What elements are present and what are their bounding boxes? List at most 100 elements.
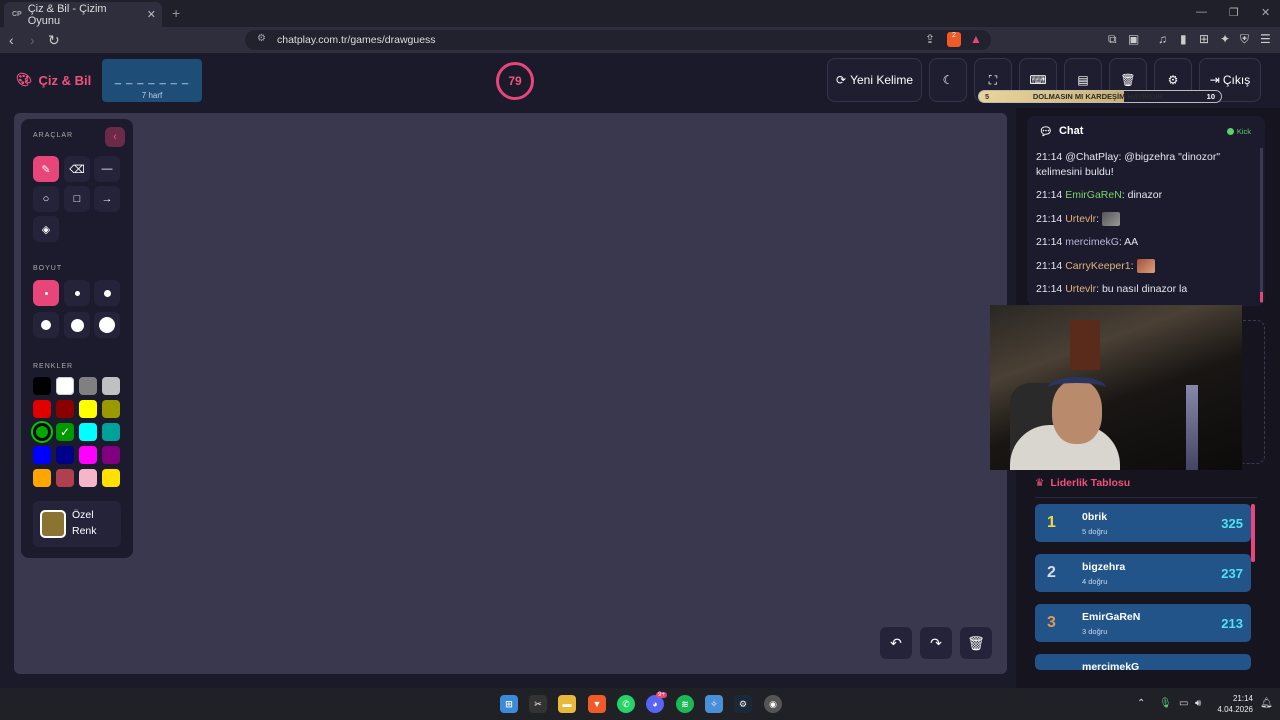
color-swatch[interactable]	[33, 446, 51, 464]
extensions-icon[interactable]: ⧉	[1108, 32, 1117, 47]
chat-scroll-thumb[interactable]	[1260, 292, 1263, 302]
size-option-6[interactable]	[94, 312, 120, 338]
fill-tool[interactable]: ◈	[33, 216, 59, 242]
leaderboard-row[interactable]: 3 EmirGaReN 3 doğru 213	[1035, 604, 1251, 642]
color-swatch[interactable]	[56, 446, 74, 464]
color-swatch[interactable]	[102, 423, 120, 441]
color-swatch[interactable]	[102, 446, 120, 464]
message-time: 21:14	[1036, 212, 1063, 225]
new-word-button[interactable]: ⟳ Yeni Kelime	[827, 58, 922, 102]
network-icon[interactable]: ▭	[1179, 698, 1188, 709]
message-user[interactable]: Urtevlr	[1065, 283, 1096, 295]
size-option-5[interactable]	[64, 312, 90, 338]
network-app-icon[interactable]: ✧	[705, 695, 723, 713]
app-logo[interactable]: 🎨︎ Çiz & Bil	[16, 72, 91, 88]
color-swatch[interactable]	[33, 377, 51, 395]
whatsapp-icon[interactable]: ✆	[617, 695, 635, 713]
color-swatch[interactable]	[33, 469, 51, 487]
color-swatch[interactable]: ✓	[56, 423, 74, 441]
back-icon[interactable]: ‹	[9, 32, 14, 48]
eraser-tool[interactable]: ⌫	[64, 156, 90, 182]
message-user[interactable]: @ChatPlay	[1065, 151, 1118, 163]
color-swatch[interactable]	[56, 400, 74, 418]
microphone-icon[interactable]: 🎙︎	[1159, 698, 1172, 709]
dark-mode-button[interactable]: ☾	[929, 58, 967, 102]
brave-shield-icon[interactable]: 2	[947, 32, 961, 47]
custom-color-button[interactable]: Özel Renk	[33, 501, 121, 547]
chat-title: Chat	[1058, 125, 1084, 137]
new-tab-icon[interactable]: +	[172, 5, 180, 21]
music-icon[interactable]: ♫	[1158, 32, 1167, 46]
rectangle-tool[interactable]: □	[64, 186, 90, 212]
close-window-icon[interactable]: ✕	[1261, 6, 1270, 19]
volume-icon[interactable]: 🔊︎	[1195, 698, 1201, 709]
color-swatch[interactable]	[102, 377, 120, 395]
color-swatch[interactable]	[79, 377, 97, 395]
clock[interactable]: 21:14 4.04.2026	[1215, 693, 1253, 715]
close-tab-icon[interactable]: ✕	[147, 8, 156, 21]
color-swatch[interactable]	[79, 469, 97, 487]
steam-icon[interactable]: ⚙	[734, 695, 752, 713]
leaderboard-row[interactable]: 2 bigzehra 4 doğru 237	[1035, 554, 1251, 592]
pen-icon: ✎	[41, 163, 51, 176]
circle-tool[interactable]: ○	[33, 186, 59, 212]
redo-button[interactable]: ↷	[920, 627, 952, 659]
size-dot	[41, 320, 51, 330]
wallet-icon[interactable]: ▣	[1128, 32, 1139, 46]
chat-scrollbar[interactable]	[1260, 148, 1263, 303]
brave-badge: 2	[952, 32, 956, 39]
collapse-panel-button[interactable]: ‹	[105, 127, 125, 147]
color-swatch[interactable]	[79, 400, 97, 418]
undo-button[interactable]: ↶	[880, 627, 912, 659]
arrow-tool[interactable]: →	[94, 186, 120, 212]
tray-chevron-icon[interactable]: ⌃	[1137, 698, 1145, 709]
color-swatch[interactable]	[102, 400, 120, 418]
drawing-canvas[interactable]	[14, 113, 1007, 674]
file-explorer-icon[interactable]: ▬	[558, 695, 576, 713]
obs-icon[interactable]: ◉	[764, 695, 782, 713]
size-option-4[interactable]	[33, 312, 59, 338]
size-option-3[interactable]	[94, 280, 120, 306]
spotify-icon[interactable]: ≋	[676, 695, 694, 713]
leaderboard-row[interactable]: mercimekG	[1035, 654, 1251, 670]
sidebar-icon[interactable]: ▮	[1180, 32, 1187, 46]
message-user[interactable]: EmirGaReN	[1065, 189, 1122, 201]
site-info-icon[interactable]: ⚙	[257, 33, 266, 44]
color-swatch[interactable]	[102, 469, 120, 487]
url-input[interactable]: ⚙ chatplay.com.tr/games/drawguess	[245, 30, 991, 50]
color-swatch[interactable]	[56, 377, 74, 395]
leo-ai-icon[interactable]: ✦	[1220, 32, 1230, 46]
notification-icon[interactable]: 🔔︎	[1260, 698, 1273, 709]
size-dot	[44, 291, 48, 295]
custom-color-preview	[40, 510, 66, 538]
brave-browser-icon[interactable]: ▼	[588, 695, 606, 713]
leaderboard-row[interactable]: 1 0brik 5 doğru 325	[1035, 504, 1251, 542]
message-user[interactable]: mercimekG	[1065, 236, 1119, 248]
color-swatch[interactable]	[79, 446, 97, 464]
clear-canvas-button[interactable]: 🗑︎	[960, 627, 992, 659]
line-icon: —	[101, 163, 113, 175]
color-swatch[interactable]	[33, 400, 51, 418]
line-tool[interactable]: —	[94, 156, 120, 182]
leaderboard-scroll-thumb[interactable]	[1251, 504, 1255, 562]
color-swatch[interactable]	[79, 423, 97, 441]
message-user[interactable]: CarryKeeper1	[1065, 260, 1130, 272]
vpn-icon[interactable]: ⛨	[1240, 32, 1249, 47]
share-icon[interactable]: ⇪	[925, 32, 935, 46]
pen-tool[interactable]: ✎	[33, 156, 59, 182]
forward-icon[interactable]: ›	[30, 32, 35, 48]
capcut-icon[interactable]: ✂	[529, 695, 547, 713]
browser-tab[interactable]: CP Çiz & Bil - Çizim Oyunu ✕	[4, 2, 162, 27]
brave-rewards-icon[interactable]: ▲	[970, 32, 982, 46]
playlist-icon[interactable]: ⊞	[1199, 32, 1209, 46]
color-swatch[interactable]	[56, 469, 74, 487]
size-option-2[interactable]	[64, 280, 90, 306]
minimize-icon[interactable]: —	[1196, 6, 1207, 18]
size-option-1[interactable]	[33, 280, 59, 306]
menu-icon[interactable]: ☰	[1260, 32, 1271, 46]
maximize-icon[interactable]: ❐	[1229, 6, 1239, 19]
reload-icon[interactable]: ↻	[48, 32, 60, 49]
color-swatch[interactable]	[33, 423, 51, 441]
start-menu-icon[interactable]: ⊞	[500, 695, 518, 713]
message-user[interactable]: Urtevlr	[1065, 213, 1096, 225]
